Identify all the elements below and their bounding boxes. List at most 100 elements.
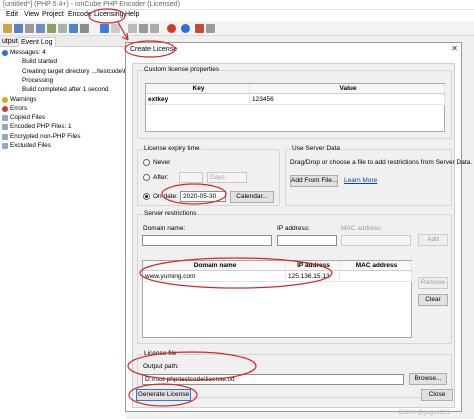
log-entry[interactable]: Encoded PHP Files: 1 [0,123,126,132]
license-icon[interactable] [150,24,159,33]
panel-tabs: utput Event Log [0,36,126,47]
server-data-hint: Drag/Drop or choose a file to add restri… [290,159,473,166]
mac-address-input[interactable] [341,235,411,246]
menu-bar: Edit View Project Encode Licensing Help [0,10,474,21]
log-entry[interactable]: Messages: 4 [0,49,126,58]
log-entry[interactable]: Build started [0,58,126,67]
dialog-body: Custom license properties Key Value extk… [132,63,472,408]
log-entry-text: Warnings [10,95,37,103]
info-icon [2,50,8,56]
log-entry[interactable]: Copied Files [0,114,126,123]
copy-icon[interactable] [25,24,34,33]
browse-button[interactable]: Browse... [409,373,447,385]
menu-view[interactable]: View [24,11,39,18]
expiry-date-input[interactable]: 2020-05-30 [180,191,226,202]
expiry-label: License expiry time [143,145,201,152]
encode-icon[interactable] [47,24,56,33]
log-entry[interactable]: Warnings [0,96,126,105]
log-entry-text: Processing [22,76,54,84]
key-icon[interactable] [139,24,148,33]
domain-name-input[interactable] [142,235,272,246]
file-icon [2,133,8,140]
after-radio[interactable] [143,174,150,181]
mac-column-header[interactable]: MAC address [340,261,412,271]
menu-project[interactable]: Project [42,11,64,18]
server-data-label: Use Server Data [291,145,342,152]
add-from-file-button[interactable]: Add From File... [290,175,338,187]
save-icon[interactable] [14,24,23,33]
restrictions-table[interactable]: Domain name IP address MAC address www.y… [142,260,412,338]
tab-output[interactable]: utput [0,37,20,47]
toolbar [0,21,474,36]
properties-table[interactable]: Key Value extkey 123456 [145,83,445,132]
domain-column-header[interactable]: Domain name [143,261,286,271]
target-icon[interactable] [69,24,78,33]
menu-encode[interactable]: Encode [68,11,92,18]
license-file-label: License file [143,350,178,357]
log-entry[interactable]: Excluded Files [0,142,126,151]
error-icon [2,105,8,112]
value-column-header[interactable]: Value [250,84,445,94]
doc-icon[interactable] [111,24,120,33]
log-entry[interactable]: Creating target directory .../testcode\t… [0,68,134,77]
domain-name-label: Domain name: [143,225,186,232]
remove-button[interactable]: Remove [418,277,448,289]
file-icon[interactable] [58,24,67,33]
after-label: After: [153,174,169,181]
calendar-button[interactable]: Calendar... [230,191,274,203]
info-icon[interactable] [181,24,190,33]
run-icon[interactable] [100,24,109,33]
tab-event-log[interactable]: Event Log [18,37,56,47]
property-key-cell[interactable]: extkey [146,95,250,105]
help-icon[interactable] [206,24,215,33]
after-days-input[interactable] [179,172,203,183]
close-button[interactable]: Close [421,389,453,401]
watermark: CSDN @gugu1221 [398,410,450,416]
on-date-radio[interactable] [143,193,150,200]
output-path-label: Output path: [143,363,179,370]
never-radio[interactable] [143,159,150,166]
log-entry[interactable]: Encrypted non-PHP Files [0,133,126,142]
log-entry[interactable]: Processing [0,77,126,86]
output-path-input[interactable]: D:\root-php\testcode\license.txt [142,374,404,385]
build-icon[interactable] [128,24,137,33]
ip-cell[interactable]: 125.136.15.13 [286,272,340,282]
menu-licensing[interactable]: Licensing [94,11,124,18]
event-log-panel: Messages: 4 Build started Creating target … [0,47,134,419]
log-entry[interactable]: Build completed after 1 second [0,86,126,95]
ip-address-label: IP address: [277,225,310,232]
log-entry-text: Copied Files [10,114,45,122]
stop-icon[interactable] [167,24,176,33]
log-entry-text: Encoded PHP Files: 1 [10,123,72,131]
file-icon [2,124,8,131]
file-icon [2,115,8,122]
mac-cell[interactable] [340,272,412,282]
log-entry[interactable]: Errors [0,105,126,114]
menu-help[interactable]: Help [125,11,139,18]
generate-license-button[interactable]: Generate License [136,389,191,401]
log-entry-text: Creating target directory .../testcode\t… [22,67,134,75]
key-column-header[interactable]: Key [146,84,250,94]
menu-edit[interactable]: Edit [6,11,18,18]
create-license-dialog: Create License ✕ Custom license properti… [125,42,472,412]
debug-icon[interactable] [195,24,204,33]
learn-more-link[interactable]: Learn More [344,177,377,184]
list-icon[interactable] [80,24,89,33]
after-unit-select[interactable]: Days [207,172,247,183]
clear-button[interactable]: Clear [418,294,448,306]
never-label: Never [153,159,171,166]
open-icon[interactable] [3,24,12,33]
ip-column-header[interactable]: IP address [286,261,340,271]
add-button[interactable]: Add [418,234,448,246]
log-entry-text: Excluded Files [10,142,51,149]
close-icon[interactable]: ✕ [451,44,458,53]
log-entry-text: Messages: 4 [10,49,46,56]
ip-address-input[interactable] [277,235,337,246]
settings-icon[interactable] [36,24,45,33]
warning-icon [2,96,8,103]
log-entry-text: Encrypted non-PHP Files [10,132,81,140]
log-entry-text: Build started [22,58,58,66]
log-entry-text: Build completed after 1 second [22,86,109,94]
property-value-cell[interactable]: 123456 [250,95,445,105]
domain-cell[interactable]: www.yuming.com [143,272,286,282]
